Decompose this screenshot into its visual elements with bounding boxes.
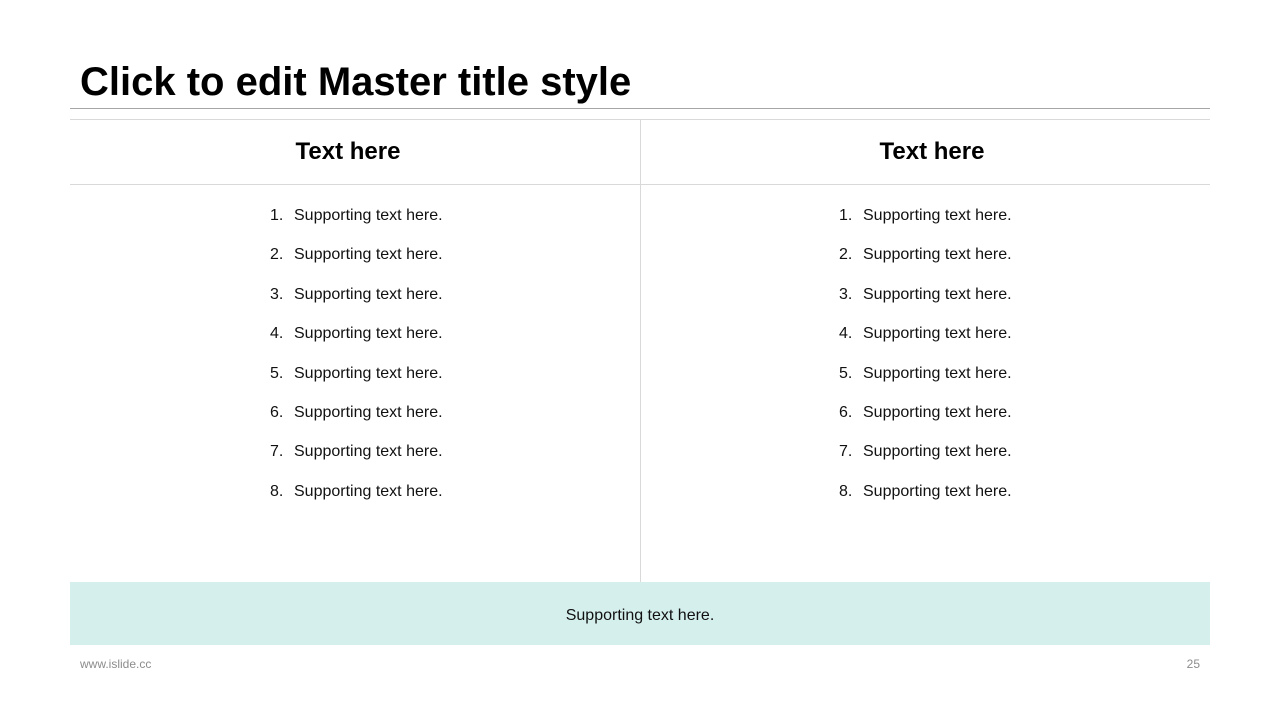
numbered-list-left: 1. Supporting text here. 2. Supporting tex… xyxy=(266,196,443,511)
list-item[interactable]: 4. Supporting text here. xyxy=(835,314,1012,353)
list-text: Supporting text here. xyxy=(863,285,1012,303)
list-text: Supporting text here. xyxy=(294,207,443,224)
list-number: 5. xyxy=(270,364,284,382)
list-text: Supporting text here. xyxy=(294,482,443,500)
list-item[interactable]: 5. Supporting text here. xyxy=(835,354,1012,393)
summary-band[interactable]: Supporting text here. xyxy=(70,582,1210,645)
list-number: 2. xyxy=(839,246,853,264)
list-text: Supporting text here. xyxy=(294,325,443,343)
list-text: Supporting text here. xyxy=(294,403,443,421)
list-number: 7. xyxy=(839,443,853,461)
list-number: 4. xyxy=(270,325,284,343)
list-text: Supporting text here. xyxy=(294,443,443,461)
list-item[interactable]: 8. Supporting text here. xyxy=(835,472,1012,511)
list-number: 6. xyxy=(270,403,284,421)
list-text: Supporting text here. xyxy=(863,207,1012,224)
column-header-left[interactable]: Text here xyxy=(63,120,633,184)
list-item[interactable]: 1. Supporting text here. xyxy=(835,196,1012,235)
slide: Click to edit Master title style Text he… xyxy=(0,0,1280,720)
list-text: Supporting text here. xyxy=(863,482,1012,500)
column-divider xyxy=(640,119,641,582)
list-item[interactable]: 3. Supporting text here. xyxy=(266,275,443,314)
column-header-right[interactable]: Text here xyxy=(641,120,1223,184)
list-text: Supporting text here. xyxy=(863,246,1012,264)
list-item[interactable]: 8. Supporting text here. xyxy=(266,472,443,511)
list-number: 7. xyxy=(270,443,284,461)
list-item[interactable]: 7. Supporting text here. xyxy=(266,432,443,471)
list-item[interactable]: 5. Supporting text here. xyxy=(266,354,443,393)
list-text: Supporting text here. xyxy=(863,403,1012,421)
list-text: Supporting text here. xyxy=(294,364,443,382)
list-number: 3. xyxy=(270,285,284,303)
title-underline xyxy=(70,108,1210,109)
list-text: Supporting text here. xyxy=(863,325,1012,343)
slide-title[interactable]: Click to edit Master title style xyxy=(80,58,631,106)
list-number: 4. xyxy=(839,325,853,343)
list-number: 1. xyxy=(839,207,853,224)
list-item[interactable]: 2. Supporting text here. xyxy=(266,235,443,274)
page-number: 25 xyxy=(1186,657,1200,671)
list-item[interactable]: 7. Supporting text here. xyxy=(835,432,1012,471)
list-item[interactable]: 6. Supporting text here. xyxy=(266,393,443,432)
list-item[interactable]: 2. Supporting text here. xyxy=(835,235,1012,274)
list-number: 8. xyxy=(270,482,284,500)
list-item[interactable]: 6. Supporting text here. xyxy=(835,393,1012,432)
footer-website: www.islide.cc xyxy=(80,657,152,671)
list-number: 8. xyxy=(839,482,853,500)
list-item[interactable]: 3. Supporting text here. xyxy=(835,275,1012,314)
list-number: 3. xyxy=(839,285,853,303)
list-item[interactable]: 1. Supporting text here. xyxy=(266,196,443,235)
list-text: Supporting text here. xyxy=(863,443,1012,461)
list-number: 5. xyxy=(839,364,853,382)
list-text: Supporting text here. xyxy=(863,364,1012,382)
list-item[interactable]: 4. Supporting text here. xyxy=(266,314,443,353)
list-number: 2. xyxy=(270,246,284,264)
list-number: 6. xyxy=(839,403,853,421)
list-number: 1. xyxy=(270,207,284,224)
list-text: Supporting text here. xyxy=(294,246,443,264)
list-text: Supporting text here. xyxy=(294,285,443,303)
numbered-list-right: 1. Supporting text here. 2. Supporting tex… xyxy=(835,196,1012,511)
